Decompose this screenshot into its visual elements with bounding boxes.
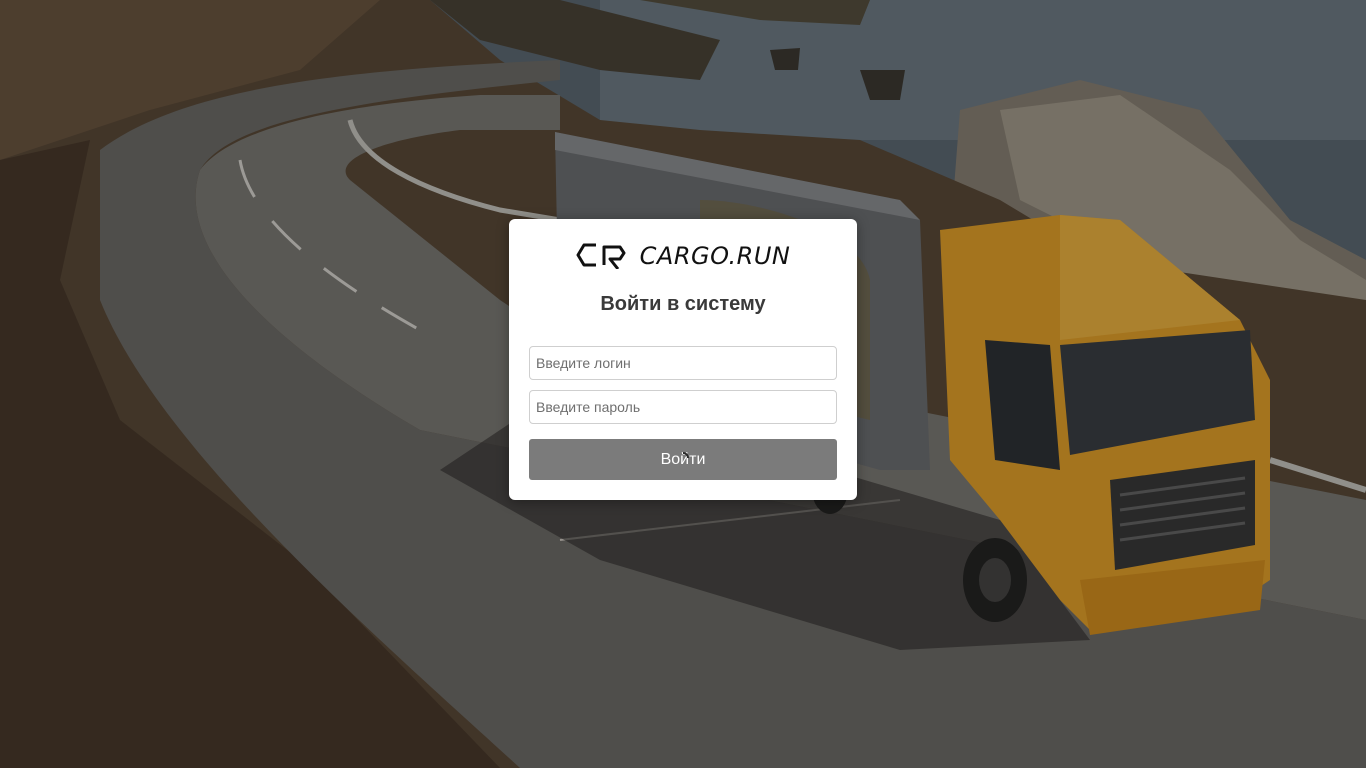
cargo-run-logo-icon [576, 243, 626, 269]
login-button[interactable]: Войти [529, 439, 837, 480]
loading-spinner-icon [682, 452, 689, 459]
form-title: Войти в систему [600, 293, 766, 315]
password-input[interactable] [529, 390, 837, 424]
login-input[interactable] [529, 346, 837, 380]
logo-text: CARGO.RUN [639, 242, 791, 270]
login-card: CARGO.RUN Войти в систему Войти [509, 219, 857, 500]
logo: CARGO.RUN [509, 239, 857, 273]
